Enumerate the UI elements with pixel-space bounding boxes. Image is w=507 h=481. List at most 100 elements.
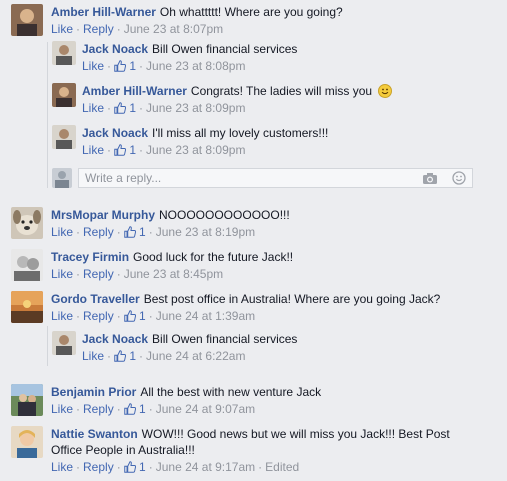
- comment-author[interactable]: MrsMopar Murphy: [51, 208, 155, 222]
- comment-text: Best post office in Australia! Where are…: [143, 292, 441, 306]
- like-count[interactable]: 1: [139, 402, 146, 416]
- comment-author[interactable]: Benjamin Prior: [51, 385, 136, 399]
- comment-actions: Like · Reply · 1 · June 24 at 1:39am: [51, 309, 256, 323]
- avatar[interactable]: [11, 384, 43, 416]
- like-thumb-icon: [124, 310, 136, 322]
- comment-text: Oh whattttt! Where are you going?: [159, 5, 343, 19]
- comment-timestamp[interactable]: June 23 at 8:19pm: [156, 225, 255, 239]
- comments-section: Amber Hill-Warner Oh whattttt! Where are …: [0, 0, 507, 481]
- like-count[interactable]: 1: [129, 101, 136, 115]
- comment: MrsMopar Murphy NOOOOOOOOOOOO!!! Like · Rep…: [11, 207, 290, 240]
- avatar[interactable]: [52, 125, 76, 149]
- like-thumb-icon: [124, 226, 136, 238]
- like-thumb-icon: [114, 60, 126, 72]
- like-thumb-icon: [114, 144, 126, 156]
- like-count[interactable]: 1: [129, 349, 136, 363]
- comment: Gordo Traveller Best post office in Austr…: [11, 291, 440, 324]
- comment-actions: Like · Reply · June 23 at 8:45pm: [51, 267, 224, 281]
- avatar[interactable]: [11, 249, 43, 281]
- reply-thread-line: [47, 326, 48, 366]
- reply-link[interactable]: Reply: [83, 309, 114, 323]
- avatar[interactable]: [11, 207, 43, 239]
- comment-text: I'll miss all my lovely customers!!!: [152, 126, 329, 140]
- like-count[interactable]: 1: [129, 143, 136, 157]
- comment-timestamp[interactable]: June 23 at 8:07pm: [124, 22, 223, 36]
- comment-actions: Like · Reply · 1 · June 23 at 8:19pm: [51, 225, 256, 239]
- like-thumb-icon: [124, 403, 136, 415]
- comment-author[interactable]: Amber Hill-Warner: [51, 5, 156, 19]
- comment-author[interactable]: Jack Noack: [82, 126, 148, 140]
- like-link[interactable]: Like: [51, 402, 73, 416]
- reply-input[interactable]: Write a reply...: [78, 168, 473, 188]
- avatar[interactable]: [11, 291, 43, 323]
- reply-thread-line: [47, 42, 48, 188]
- comment-timestamp[interactable]: June 24 at 1:39am: [156, 309, 255, 323]
- like-count[interactable]: 1: [139, 225, 146, 239]
- like-link[interactable]: Like: [51, 460, 73, 474]
- camera-icon[interactable]: [422, 172, 438, 185]
- like-thumb-icon: [114, 350, 126, 362]
- like-count[interactable]: 1: [129, 59, 136, 73]
- reply-input-placeholder: Write a reply...: [85, 171, 162, 185]
- like-link[interactable]: Like: [51, 22, 73, 36]
- comment-actions: Like · 1 · June 23 at 8:08pm: [82, 59, 246, 73]
- reply-link[interactable]: Reply: [83, 460, 114, 474]
- reply-link[interactable]: Reply: [83, 267, 114, 281]
- avatar[interactable]: [52, 83, 76, 107]
- avatar[interactable]: [11, 426, 43, 458]
- smile-emoji-icon: [378, 84, 393, 98]
- comment-author[interactable]: Jack Noack: [82, 42, 148, 56]
- avatar[interactable]: [11, 4, 43, 36]
- comment-text: Bill Owen financial services: [152, 332, 298, 346]
- comment-author[interactable]: Nattie Swanton: [51, 427, 138, 441]
- write-reply-row: Write a reply...: [52, 168, 473, 188]
- reply-comment: Jack Noack I'll miss all my lovely custom…: [52, 125, 328, 158]
- comment-actions: Like · 1 · June 23 at 8:09pm: [82, 101, 246, 115]
- comment-actions: Like · Reply · 1 · June 24 at 9:07am: [51, 402, 256, 416]
- like-thumb-icon: [124, 461, 136, 473]
- comment-actions: Like · 1 · June 24 at 6:22am: [82, 349, 246, 363]
- comment-author[interactable]: Jack Noack: [82, 332, 148, 346]
- reply-comment: Jack Noack Bill Owen financial services L…: [52, 41, 297, 74]
- comment-timestamp[interactable]: June 23 at 8:08pm: [146, 59, 245, 73]
- edited-label[interactable]: Edited: [265, 460, 299, 474]
- avatar: [52, 168, 72, 188]
- comment: Benjamin Prior All the best with new vent…: [11, 384, 321, 417]
- like-link[interactable]: Like: [51, 267, 73, 281]
- reply-link[interactable]: Reply: [83, 225, 114, 239]
- avatar[interactable]: [52, 41, 76, 65]
- comment-text: NOOOOOOOOOOOO!!!: [159, 208, 290, 222]
- comment-timestamp[interactable]: June 24 at 9:17am: [156, 460, 255, 474]
- like-count[interactable]: 1: [139, 309, 146, 323]
- avatar[interactable]: [52, 331, 76, 355]
- reply-link[interactable]: Reply: [83, 22, 114, 36]
- comment-timestamp[interactable]: June 23 at 8:45pm: [124, 267, 223, 281]
- comment-timestamp[interactable]: June 23 at 8:09pm: [146, 101, 245, 115]
- reply-comment: Jack Noack Bill Owen financial services L…: [52, 331, 297, 364]
- like-thumb-icon: [114, 102, 126, 114]
- like-link[interactable]: Like: [82, 349, 104, 363]
- comment-text: Bill Owen financial services: [152, 42, 298, 56]
- comment-actions: Like · 1 · June 23 at 8:09pm: [82, 143, 246, 157]
- like-link[interactable]: Like: [51, 309, 73, 323]
- like-link[interactable]: Like: [51, 225, 73, 239]
- comment: Nattie Swanton WOW!!! Good news but we wi…: [11, 426, 451, 475]
- like-count[interactable]: 1: [139, 460, 146, 474]
- reply-link[interactable]: Reply: [83, 402, 114, 416]
- comment-author[interactable]: Tracey Firmin: [51, 250, 129, 264]
- like-link[interactable]: Like: [82, 59, 104, 73]
- comment-text: Congrats! The ladies will miss you: [190, 84, 373, 98]
- comment-actions: Like · Reply · 1 · June 24 at 9:17am · Edited: [51, 460, 300, 474]
- like-link[interactable]: Like: [82, 101, 104, 115]
- comment-actions: Like · Reply · June 23 at 8:07pm: [51, 22, 224, 36]
- emoji-icon[interactable]: [452, 171, 466, 185]
- comment-timestamp[interactable]: June 24 at 9:07am: [156, 402, 255, 416]
- like-link[interactable]: Like: [82, 143, 104, 157]
- comment-timestamp[interactable]: June 24 at 6:22am: [146, 349, 245, 363]
- comment-author[interactable]: Amber Hill-Warner: [82, 84, 187, 98]
- comment-timestamp[interactable]: June 23 at 8:09pm: [146, 143, 245, 157]
- comment: Amber Hill-Warner Oh whattttt! Where are …: [11, 4, 343, 37]
- comment-text: All the best with new venture Jack: [140, 385, 322, 399]
- comment-author[interactable]: Gordo Traveller: [51, 292, 140, 306]
- comment: Tracey Firmin Good luck for the future Ja…: [11, 249, 293, 282]
